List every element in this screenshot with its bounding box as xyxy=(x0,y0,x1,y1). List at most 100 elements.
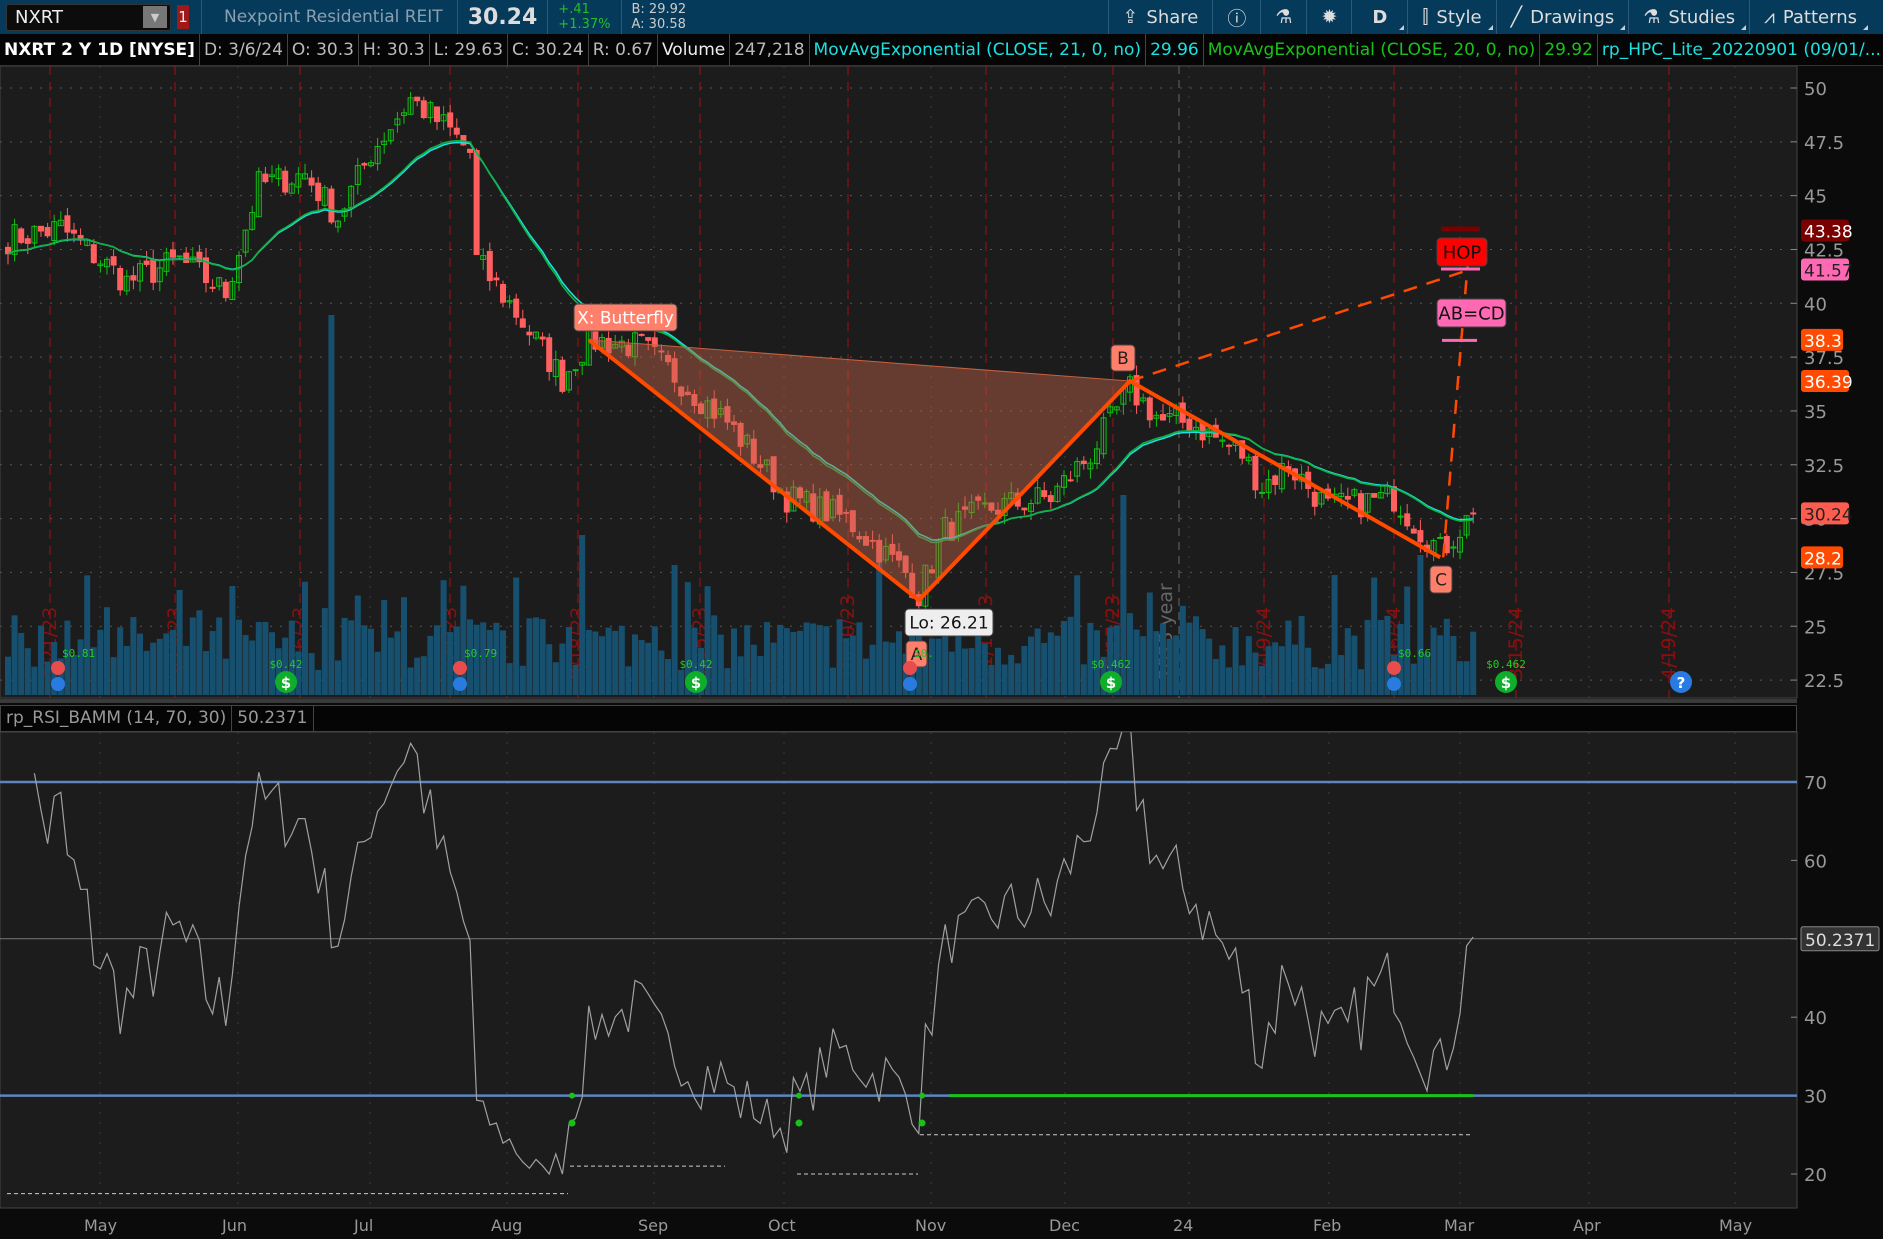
volume-bar xyxy=(222,658,229,695)
price-marker-label: 38.3 xyxy=(1804,332,1842,352)
volume-bar xyxy=(1173,635,1180,695)
volume-bar xyxy=(315,669,322,695)
volume-bar xyxy=(368,628,374,695)
volume-bar xyxy=(394,631,401,695)
candle-body xyxy=(71,229,77,234)
volume-bar xyxy=(1325,663,1331,695)
point-c-label: C xyxy=(1435,571,1447,591)
volume-bar xyxy=(1001,664,1008,695)
dollar-glyph: $ xyxy=(1106,674,1116,692)
volume-bar xyxy=(1437,635,1444,695)
candle-body xyxy=(467,148,473,153)
candle-body xyxy=(209,286,216,289)
volume-bar xyxy=(1344,628,1351,695)
volume-bar xyxy=(31,666,38,695)
volume-bar xyxy=(150,642,157,695)
dividend-amount: $0.42 xyxy=(679,658,712,671)
chart-canvas[interactable]: 5047.54542.54037.53532.53027.52522.54/21… xyxy=(0,0,1883,1239)
volume-bar xyxy=(1239,665,1246,695)
rsi-label[interactable]: rp_RSI_BAMM (14, 70, 30) xyxy=(1,706,233,731)
volume-bar xyxy=(810,623,817,695)
candle-body xyxy=(1417,530,1424,543)
volume-bar xyxy=(1226,667,1232,695)
volume-bar xyxy=(5,656,11,695)
candle-body xyxy=(170,249,176,258)
volume-bar xyxy=(579,535,586,695)
candle-body xyxy=(262,173,269,183)
volume-bar xyxy=(566,626,572,695)
earnings-amount: $0.66 xyxy=(1398,647,1431,660)
volume-bar xyxy=(612,630,619,695)
volume-bar xyxy=(1047,632,1054,695)
volume-bar xyxy=(1457,661,1463,695)
volume-bar xyxy=(513,577,520,695)
candle-body xyxy=(18,228,25,243)
volume-bar xyxy=(1074,575,1081,695)
earnings-amount: $0.81 xyxy=(62,647,95,660)
bar-high: H: 30.3 xyxy=(359,33,430,66)
candle-body xyxy=(1226,444,1232,447)
volume-bar xyxy=(163,633,170,695)
candle-body xyxy=(110,256,117,266)
volume-bar xyxy=(658,650,665,695)
volume-bar xyxy=(183,645,190,695)
volume-bar xyxy=(123,645,130,695)
volume-bar xyxy=(1153,631,1160,695)
candle-body xyxy=(361,163,368,166)
candle-body xyxy=(1404,513,1411,527)
volume-bar xyxy=(18,632,25,695)
volume-bar xyxy=(1080,664,1087,695)
candle-body xyxy=(1397,515,1404,518)
volume-bar xyxy=(137,633,143,695)
volume-bar xyxy=(44,661,51,695)
volume-bar xyxy=(506,663,513,695)
ema21-label[interactable]: MovAvgExponential (CLOSE, 21, 0, no) xyxy=(810,33,1147,66)
candle-body xyxy=(1160,414,1166,421)
earnings-icon xyxy=(903,661,917,675)
volume-bar xyxy=(526,618,533,695)
volume-bar xyxy=(1014,663,1021,695)
volume-bar xyxy=(1298,616,1305,695)
bar-range: R: 0.67 xyxy=(589,33,658,66)
volume-bar xyxy=(1430,627,1437,695)
candle-body xyxy=(328,188,335,223)
ema20-label[interactable]: MovAvgExponential (CLOSE, 20, 0, no) xyxy=(1204,33,1541,66)
panel-splitter[interactable] xyxy=(0,699,1797,703)
volume-bar xyxy=(869,644,876,695)
volume-bar xyxy=(1186,622,1193,695)
price-tick-label: 50 xyxy=(1804,79,1827,100)
candle-body xyxy=(1259,491,1265,494)
volume-bar xyxy=(335,660,341,695)
volume-bar xyxy=(381,600,388,695)
rsi-value-marker-label: 50.2371 xyxy=(1805,931,1875,951)
volume-bar xyxy=(341,617,348,695)
candle-body xyxy=(176,255,183,258)
volume-bar xyxy=(585,629,592,695)
candle-body xyxy=(143,260,150,265)
volume-label[interactable]: Volume xyxy=(658,33,731,66)
volume-bar xyxy=(1358,669,1364,695)
volume-bar xyxy=(678,669,685,695)
volume-bar xyxy=(24,648,31,695)
volume-bar xyxy=(348,620,355,695)
rsi-tick-label: 60 xyxy=(1804,851,1827,872)
volume-bar xyxy=(1292,644,1298,695)
volume-bar xyxy=(143,650,150,695)
volume-bar xyxy=(1219,645,1226,695)
volume-bar xyxy=(863,658,869,695)
dollar-glyph: $ xyxy=(691,674,701,692)
candle-body xyxy=(500,283,506,303)
time-axis-label: May xyxy=(84,1216,118,1235)
candle-body xyxy=(90,244,97,264)
time-axis-label: May xyxy=(1719,1216,1753,1235)
volume-bar xyxy=(1305,647,1312,695)
candle-body xyxy=(1252,455,1259,491)
volume-bar xyxy=(744,625,751,695)
hpc-study-label[interactable]: rp_HPC_Lite_20220901 (09/01/... xyxy=(1598,34,1883,66)
volume-bar xyxy=(750,644,757,695)
volume-bar xyxy=(1041,642,1048,695)
time-axis-label: 24 xyxy=(1173,1216,1194,1235)
volume-bar xyxy=(486,630,493,695)
volume-bar xyxy=(737,656,744,695)
volume-bar xyxy=(988,664,995,695)
